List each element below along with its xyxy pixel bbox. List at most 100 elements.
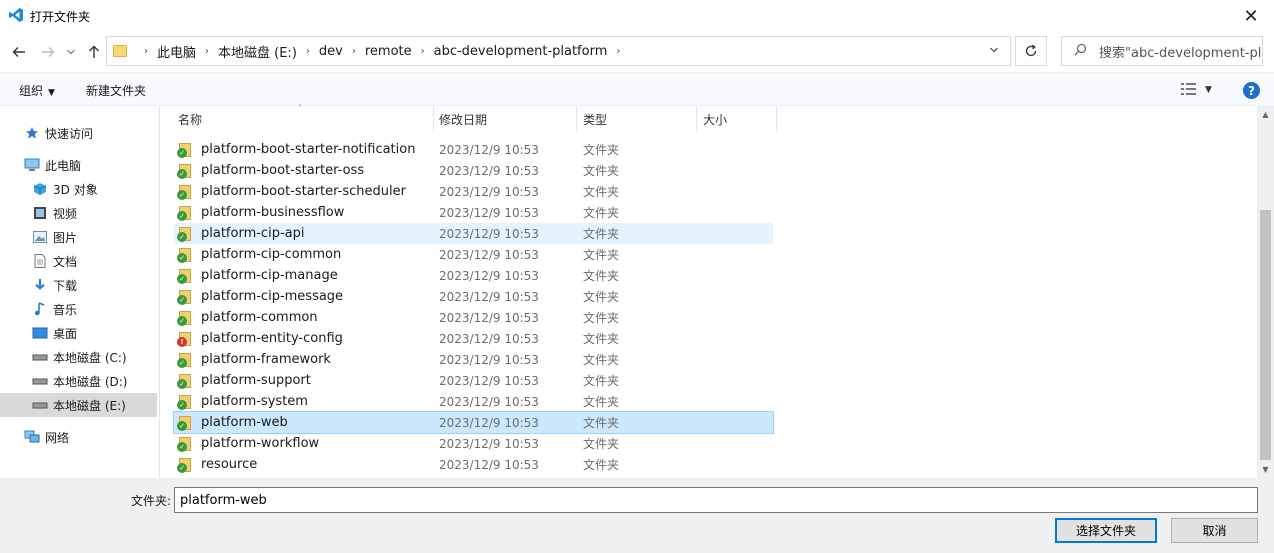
column-header-type[interactable]: 类型 bbox=[583, 106, 695, 132]
dialog-footer: 文件夹: 选择文件夹 取消 bbox=[0, 478, 1274, 553]
file-name: platform-system bbox=[201, 394, 308, 409]
nav-item[interactable]: 文档 bbox=[0, 249, 157, 273]
nav-item[interactable]: 本地磁盘 (D:) bbox=[0, 369, 157, 393]
file-name: platform-businessflow bbox=[201, 205, 345, 220]
vertical-scrollbar[interactable]: ▲ ▼ bbox=[1257, 106, 1274, 478]
scrollbar-thumb[interactable] bbox=[1260, 210, 1271, 460]
scroll-up-icon[interactable]: ▲ bbox=[1257, 106, 1274, 123]
column-divider[interactable] bbox=[576, 106, 577, 132]
breadcrumb-item[interactable]: 此电脑 bbox=[157, 42, 196, 61]
table-row[interactable]: ✓ platform-workflow 2023/12/9 10:53 文件夹 bbox=[174, 433, 773, 454]
file-type: 文件夹 bbox=[583, 311, 620, 325]
recent-locations-chevron-icon[interactable] bbox=[62, 43, 80, 61]
nav-item[interactable]: 下载 bbox=[0, 273, 157, 297]
view-options-caret-icon[interactable]: ▼ bbox=[1205, 85, 1212, 95]
file-date: 2023/12/9 10:53 bbox=[439, 352, 539, 367]
column-size-label: 大小 bbox=[703, 112, 728, 127]
folder-synced-icon: ✓ bbox=[177, 142, 193, 158]
column-header-name[interactable]: 名称 bbox=[178, 106, 433, 132]
folder-synced-icon: ✓ bbox=[177, 247, 193, 263]
column-divider[interactable] bbox=[696, 106, 697, 132]
folder-synced-icon: ✓ bbox=[177, 268, 193, 284]
column-name-label: 名称 bbox=[178, 112, 203, 127]
table-row[interactable]: ✓ platform-cip-api 2023/12/9 10:53 文件夹 bbox=[174, 223, 773, 244]
search-input[interactable]: 搜索"abc-development-pl... bbox=[1061, 36, 1263, 66]
breadcrumb-item[interactable]: remote bbox=[365, 44, 412, 59]
file-type: 文件夹 bbox=[583, 332, 620, 346]
nav-item[interactable]: 图片 bbox=[0, 225, 157, 249]
scroll-down-icon[interactable]: ▼ bbox=[1257, 461, 1274, 478]
up-arrow-icon[interactable] bbox=[85, 43, 103, 61]
network-icon bbox=[24, 429, 40, 445]
table-row[interactable]: ✓ platform-businessflow 2023/12/9 10:53 文件夹 bbox=[174, 202, 773, 223]
folder-name-input[interactable] bbox=[174, 487, 1258, 513]
table-row[interactable]: ✓ platform-web 2023/12/9 10:53 文件夹 bbox=[173, 411, 774, 434]
table-row[interactable]: ✓ platform-cip-manage 2023/12/9 10:53 文件夹 bbox=[174, 265, 773, 286]
nav-item-label: 快速访问 bbox=[45, 126, 94, 141]
table-row[interactable]: ✓ platform-cip-common 2023/12/9 10:53 文件夹 bbox=[174, 244, 773, 265]
forward-arrow-icon[interactable] bbox=[39, 43, 57, 61]
chevron-right-icon[interactable]: › bbox=[144, 46, 148, 57]
refresh-button[interactable] bbox=[1015, 36, 1047, 66]
breadcrumb-item[interactable]: dev bbox=[319, 44, 343, 59]
file-type: 文件夹 bbox=[583, 185, 620, 199]
drive-icon bbox=[32, 373, 48, 389]
table-row[interactable]: ! platform-entity-config 2023/12/9 10:53 文件… bbox=[174, 328, 773, 349]
nav-item-label: 下载 bbox=[53, 278, 78, 293]
organize-menu[interactable]: 组织 ▼ bbox=[19, 82, 55, 99]
nav-item[interactable]: 网络 bbox=[0, 425, 157, 449]
new-folder-button[interactable]: 新建文件夹 bbox=[86, 82, 146, 99]
nav-item[interactable]: 3D 对象 bbox=[0, 177, 157, 201]
folder-error-icon: ! bbox=[177, 331, 193, 347]
table-row[interactable]: ✓ platform-cip-message 2023/12/9 10:53 文件夹 bbox=[174, 286, 773, 307]
nav-item[interactable]: 快速访问 bbox=[0, 121, 157, 145]
cancel-button[interactable]: 取消 bbox=[1171, 518, 1258, 543]
column-type-label: 类型 bbox=[583, 112, 608, 127]
table-row[interactable]: ✓ platform-framework 2023/12/9 10:53 文件夹 bbox=[174, 349, 773, 370]
folder-synced-icon: ✓ bbox=[177, 394, 193, 410]
table-row[interactable]: ✓ platform-boot-starter-notification 2023/… bbox=[174, 139, 773, 160]
help-icon[interactable]: ? bbox=[1243, 82, 1260, 99]
file-name: platform-cip-manage bbox=[201, 268, 338, 283]
table-row[interactable]: ✓ resource 2023/12/9 10:53 文件夹 bbox=[174, 454, 773, 475]
column-header-size[interactable]: 大小 bbox=[703, 106, 775, 132]
chevron-right-icon[interactable]: › bbox=[616, 46, 620, 57]
breadcrumb-item[interactable]: 本地磁盘 (E:) bbox=[218, 42, 297, 61]
file-name: platform-cip-message bbox=[201, 289, 344, 304]
nav-item[interactable]: 桌面 bbox=[0, 321, 157, 345]
video-icon bbox=[32, 205, 48, 221]
nav-item[interactable]: 本地磁盘 (C:) bbox=[0, 345, 157, 369]
table-row[interactable]: ✓ platform-system 2023/12/9 10:53 文件夹 bbox=[174, 391, 773, 412]
back-arrow-icon[interactable] bbox=[10, 43, 28, 61]
view-details-icon[interactable] bbox=[1181, 83, 1197, 99]
close-icon[interactable]: ✕ bbox=[1228, 0, 1274, 32]
breadcrumb-item[interactable]: abc-development-platform bbox=[434, 44, 608, 59]
folder-synced-icon: ✓ bbox=[177, 415, 193, 431]
folder-synced-icon: ✓ bbox=[177, 457, 193, 473]
column-divider[interactable] bbox=[776, 106, 777, 132]
chevron-right-icon[interactable]: › bbox=[306, 46, 310, 57]
table-row[interactable]: ✓ platform-boot-starter-oss 2023/12/9 10:5… bbox=[174, 160, 773, 181]
folder-synced-icon: ✓ bbox=[177, 352, 193, 368]
address-bar[interactable]: › 此电脑 › 本地磁盘 (E:) › dev › remote › abc-d… bbox=[106, 36, 1011, 66]
chevron-right-icon[interactable]: › bbox=[205, 46, 209, 57]
table-row[interactable]: ✓ platform-support 2023/12/9 10:53 文件夹 bbox=[174, 370, 773, 391]
column-header-date[interactable]: 修改日期 bbox=[439, 106, 577, 132]
folder-synced-icon: ✓ bbox=[177, 205, 193, 221]
nav-item[interactable]: 本地磁盘 (E:) bbox=[0, 393, 157, 417]
music-icon bbox=[32, 301, 48, 317]
file-type: 文件夹 bbox=[583, 290, 620, 304]
table-row[interactable]: ✓ platform-common 2023/12/9 10:53 文件夹 bbox=[174, 307, 773, 328]
chevron-right-icon[interactable]: › bbox=[352, 46, 356, 57]
chevron-right-icon[interactable]: › bbox=[421, 46, 425, 57]
column-divider[interactable] bbox=[433, 106, 434, 132]
nav-item[interactable]: 视频 bbox=[0, 201, 157, 225]
address-dropdown-icon[interactable] bbox=[989, 45, 999, 58]
nav-item[interactable]: 音乐 bbox=[0, 297, 157, 321]
file-date: 2023/12/9 10:53 bbox=[439, 268, 539, 283]
select-folder-button[interactable]: 选择文件夹 bbox=[1055, 518, 1157, 543]
nav-item[interactable]: 此电脑 bbox=[0, 153, 157, 177]
file-name: platform-entity-config bbox=[201, 331, 343, 346]
file-type: 文件夹 bbox=[583, 206, 620, 220]
table-row[interactable]: ✓ platform-boot-starter-scheduler 2023/12/… bbox=[174, 181, 773, 202]
